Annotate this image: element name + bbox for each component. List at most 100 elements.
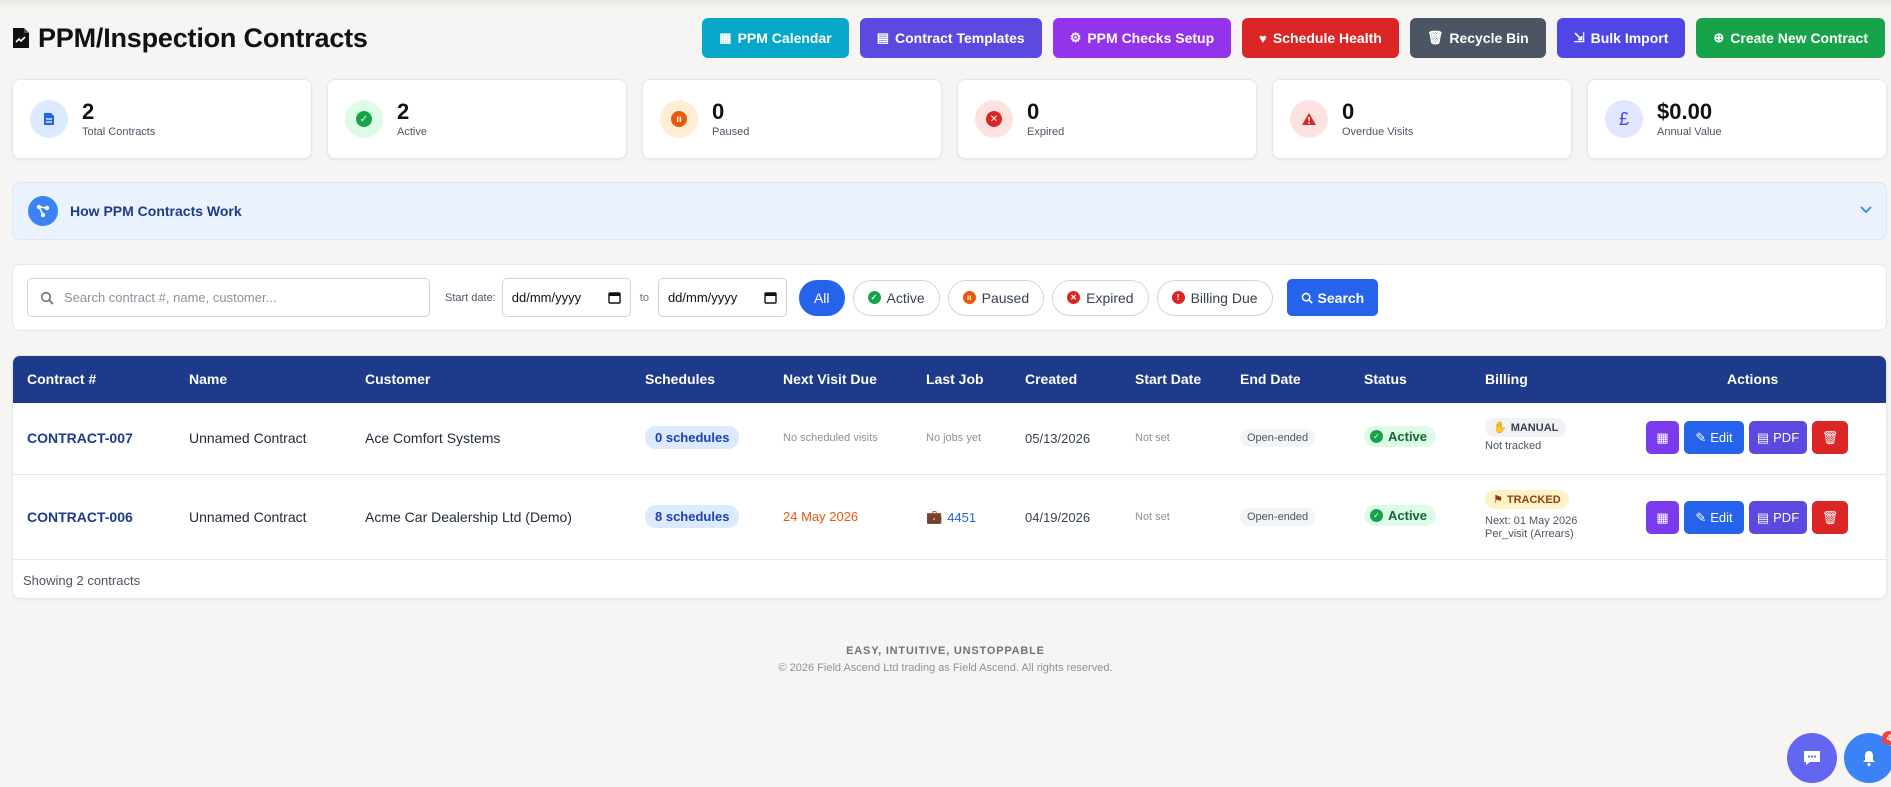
col-next-visit[interactable]: Next Visit Due <box>783 371 877 387</box>
filter-chip-all[interactable]: All <box>798 279 845 316</box>
footer-tagline: EASY, INTUITIVE, UNSTOPPABLE <box>846 645 1045 657</box>
date-to-input[interactable]: dd/mm/yyyy <box>657 278 787 317</box>
col-created[interactable]: Created <box>1025 371 1077 387</box>
calendar-action-button[interactable]: ▦ <box>1646 421 1679 454</box>
status-filter-chips: All ✓ Active ıı Paused ✕ Expired ! Billi… <box>798 279 1273 316</box>
chip-label: Expired <box>1086 289 1134 306</box>
pdf-button[interactable]: ▤ PDF <box>1749 421 1807 454</box>
col-customer[interactable]: Customer <box>365 371 430 387</box>
col-schedules[interactable]: Schedules <box>645 371 715 387</box>
last-job-link[interactable]: 💼 4451 <box>926 509 976 525</box>
schedules-badge[interactable]: 8 schedules <box>645 505 740 528</box>
filter-chip-billing-due[interactable]: ! Billing Due <box>1156 279 1273 316</box>
schedule-health-button[interactable]: ♥ Schedule Health <box>1242 18 1399 58</box>
check-circle-icon: ✓ <box>345 100 383 138</box>
stat-value: 0 <box>1342 99 1355 124</box>
col-status[interactable]: Status <box>1364 371 1407 387</box>
table-row[interactable]: CONTRACT-006 Unnamed Contract Acme Car D… <box>13 475 1886 560</box>
plus-circle-icon: ⊕ <box>1713 30 1725 45</box>
calendar-picker-icon[interactable] <box>764 291 777 304</box>
file-pdf-icon: ▤ <box>1756 429 1770 445</box>
gear-icon: ⚙ <box>1069 30 1082 45</box>
heart-pulse-icon: ♥ <box>1259 30 1267 46</box>
col-end-date[interactable]: End Date <box>1240 371 1301 387</box>
col-last-job[interactable]: Last Job <box>926 371 984 387</box>
bell-icon <box>1863 751 1875 767</box>
stat-value: 2 <box>82 99 95 124</box>
toolbar: ▦ PPM Calendar ▤ Contract Templates ⚙ PP… <box>702 18 1885 58</box>
next-visit: No scheduled visits <box>783 432 878 444</box>
billing-badge-label: MANUAL <box>1510 421 1559 434</box>
billing-mode: Per_visit (Arrears) <box>1485 528 1574 540</box>
contract-name: Unnamed Contract <box>189 509 307 525</box>
end-date-badge: Open-ended <box>1240 508 1316 526</box>
col-contract[interactable]: Contract # <box>27 371 96 387</box>
stat-card-overdue: 0 Overdue Visits <box>1272 79 1572 159</box>
col-billing[interactable]: Billing <box>1485 371 1528 387</box>
chat-button[interactable] <box>1787 733 1837 783</box>
next-visit: 24 May 2026 <box>783 509 859 524</box>
ppm-calendar-label: PPM Calendar <box>737 30 832 46</box>
start-date: Not set <box>1135 432 1170 444</box>
ppm-calendar-button[interactable]: ▦ PPM Calendar <box>702 18 849 58</box>
how-panel-label: How PPM Contracts Work <box>70 203 242 219</box>
col-name[interactable]: Name <box>189 371 227 387</box>
calendar-icon: ▦ <box>1656 509 1669 525</box>
calendar-picker-icon[interactable] <box>608 291 621 304</box>
billing-badge-label: TRACKED <box>1506 493 1561 506</box>
col-start-date[interactable]: Start Date <box>1135 371 1201 387</box>
edit-label: Edit <box>1710 510 1733 525</box>
date-from-input[interactable]: dd/mm/yyyy <box>501 278 631 317</box>
filter-chip-paused[interactable]: ıı Paused <box>947 279 1045 316</box>
delete-button[interactable]: 🗑 <box>1812 421 1848 454</box>
create-new-contract-button[interactable]: ⊕ Create New Contract <box>1696 18 1885 58</box>
top-shadow <box>0 0 1891 8</box>
edit-button[interactable]: ✎ Edit <box>1684 501 1744 534</box>
chip-label: Billing Due <box>1190 289 1258 306</box>
search-icon <box>1301 292 1313 304</box>
stat-value: 2 <box>397 99 410 124</box>
stat-label: Annual Value <box>1657 126 1722 138</box>
stat-card-expired: ✕ 0 Expired <box>957 79 1257 159</box>
stat-label: Paused <box>712 126 750 138</box>
stat-value: 0 <box>1027 99 1040 124</box>
page-title: PPM/Inspection Contracts <box>38 22 368 53</box>
start-date: Not set <box>1135 511 1170 523</box>
pause-icon: ıı <box>962 291 976 304</box>
edit-label: Edit <box>1710 430 1733 445</box>
contract-number-link[interactable]: CONTRACT-007 <box>27 430 133 446</box>
recycle-bin-button[interactable]: 🗑 Recycle Bin <box>1409 18 1546 58</box>
billing-badge: ⚑ TRACKED <box>1485 490 1569 509</box>
search-button[interactable]: Search <box>1286 279 1379 316</box>
calendar-icon: ▦ <box>1656 429 1669 445</box>
schedules-badge[interactable]: 0 schedules <box>645 426 740 449</box>
how-ppm-panel[interactable]: How PPM Contracts Work <box>12 182 1887 240</box>
customer-name: Ace Comfort Systems <box>365 430 501 446</box>
status-label: Active <box>1388 429 1428 444</box>
filter-chip-active[interactable]: ✓ Active <box>852 279 940 316</box>
file-pdf-icon: ▤ <box>1756 509 1770 525</box>
search-input[interactable] <box>64 290 404 305</box>
exclamation-circle-icon: ! <box>1171 291 1185 304</box>
contract-number-link[interactable]: CONTRACT-006 <box>27 509 133 525</box>
end-date-badge: Open-ended <box>1240 429 1316 447</box>
pause-icon: ıı <box>660 100 698 138</box>
stat-value: 0 <box>712 99 725 124</box>
edit-button[interactable]: ✎ Edit <box>1684 421 1744 454</box>
pdf-button[interactable]: ▤ PDF <box>1749 501 1807 534</box>
document-icon <box>30 100 68 138</box>
trash-icon: 🗑 <box>1426 30 1444 45</box>
calendar-action-button[interactable]: ▦ <box>1646 501 1679 534</box>
filter-chip-expired[interactable]: ✕ Expired <box>1052 279 1149 316</box>
contracts-table: Contract # Name Customer Schedules Next … <box>12 355 1887 599</box>
table-row[interactable]: CONTRACT-007 Unnamed Contract Ace Comfor… <box>13 403 1886 475</box>
bulk-import-button[interactable]: ⇲ Bulk Import <box>1556 18 1686 58</box>
ppm-checks-setup-button[interactable]: ⚙ PPM Checks Setup <box>1052 18 1232 58</box>
filter-bar: Start date: dd/mm/yyyy to dd/mm/yyyy All… <box>12 264 1887 331</box>
pdf-label: PDF <box>1773 430 1800 445</box>
contract-templates-button[interactable]: ▤ Contract Templates <box>859 18 1042 58</box>
x-circle-icon: ✕ <box>975 100 1013 138</box>
check-circle-icon: ✓ <box>867 291 881 304</box>
date-from-value: dd/mm/yyyy <box>511 290 582 305</box>
delete-button[interactable]: 🗑 <box>1812 501 1848 534</box>
